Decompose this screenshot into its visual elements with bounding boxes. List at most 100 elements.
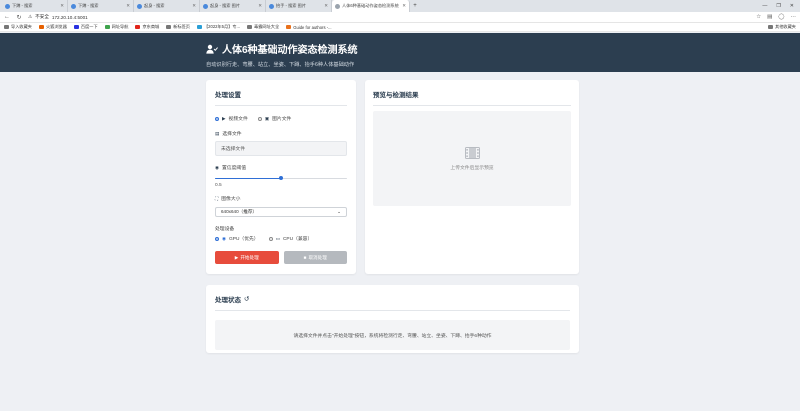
- close-tab-icon[interactable]: ✕: [60, 3, 64, 9]
- preview-placeholder: 上传文件后显示预览: [450, 165, 494, 171]
- page-title: 人体6种基础动作姿态检测系统: [206, 41, 800, 56]
- browser-toolbar-right: ☆ ▤ ◯ ⋯: [756, 14, 796, 20]
- bookmark-item[interactable]: 导入收藏夹: [4, 24, 32, 30]
- close-tab-icon[interactable]: ✕: [126, 3, 130, 9]
- threshold-slider[interactable]: [215, 176, 347, 180]
- back-arrow-icon[interactable]: ←: [4, 14, 10, 20]
- image-size-value: 640x640（推荐）: [221, 209, 258, 214]
- image-size-select[interactable]: 640x640（推荐） ⌄: [215, 207, 347, 217]
- close-tab-icon[interactable]: ✕: [258, 3, 262, 9]
- device-cpu-label: CPU（兼容）: [282, 237, 313, 242]
- settings-title: 处理设置: [215, 89, 347, 106]
- chevron-down-icon: ⌄: [337, 209, 341, 214]
- browser-tab-active[interactable]: 人体6种基础动作姿态检测系统 ✕: [332, 0, 410, 12]
- browser-tab[interactable]: 下蹲 - 搜索 ✕: [68, 0, 134, 12]
- maximize-button[interactable]: ❐: [776, 3, 780, 9]
- tab-title: 抬手 - 搜索 图片: [276, 3, 307, 8]
- video-icon: ▶: [222, 115, 226, 121]
- close-window-button[interactable]: ✕: [790, 3, 794, 9]
- minimize-button[interactable]: —: [762, 3, 767, 9]
- image-size-label: 图像大小: [221, 197, 241, 202]
- collections-icon[interactable]: ▤: [767, 14, 772, 20]
- tab-favicon-icon: [137, 3, 142, 9]
- stop-button[interactable]: ■ 取消处理: [283, 251, 347, 264]
- bookmark-label: 其他收藏夹: [775, 24, 796, 29]
- bookmark-label: 新标签页: [173, 24, 190, 29]
- preview-card: 预览与检测结果 上传文件后显示预览: [365, 80, 579, 274]
- stop-button-label: 取消处理: [308, 254, 327, 260]
- other-bookmarks[interactable]: 其他收藏夹: [768, 24, 796, 30]
- firefox-icon: [38, 25, 44, 29]
- browser-tab-bar: 下蹲 - 搜索 ✕ 下蹲 - 搜索 ✕ 起身 - 搜索 ✕ 起身 - 搜索 图片 ✕ 抬…: [0, 0, 800, 12]
- mode-video-radio[interactable]: [215, 116, 219, 121]
- bookmark-item[interactable]: 新标签页: [166, 24, 190, 30]
- bookmark-item[interactable]: 百度一下: [73, 24, 98, 30]
- settings-card: 处理设置 ▶ 视频文件 ▣ 图片文件 ▤ 选择文件 未选择文件 ◉ 置信度阈值 …: [206, 80, 356, 274]
- browser-tab[interactable]: 抬手 - 搜索 图片 ✕: [266, 0, 332, 12]
- bookmark-label: 【2022年5月】专...: [203, 24, 241, 29]
- window-controls: — ❐ ✕: [762, 0, 800, 12]
- device-radio-group: ◉ GPU（优先） ▭ CPU（兼容）: [215, 235, 347, 242]
- bookmark-label: Guide for authors -...: [293, 24, 332, 30]
- preview-area: 上传文件后显示预览: [373, 111, 571, 206]
- security-label: 不安全: [35, 14, 49, 19]
- bookmark-item[interactable]: 京东商城: [135, 24, 159, 30]
- new-tab-page-icon: [166, 25, 172, 29]
- check-circle-icon: ◉: [215, 164, 220, 170]
- device-label: 处理设备: [215, 227, 235, 232]
- bookmark-item[interactable]: 毒霸网址大全: [247, 24, 279, 30]
- gpu-icon: ◉: [222, 235, 227, 241]
- start-button-label: 开始处理: [240, 254, 259, 260]
- bookmark-item[interactable]: 【2022年5月】专...: [196, 24, 241, 30]
- nav-site-icon: [104, 25, 110, 29]
- bookmarks-bar: 导入收藏夹 火狐浏览器 百度一下 网址导航 京东商城 新标签页 【2022年5月…: [0, 23, 800, 32]
- mode-image-label: 图片文件: [272, 117, 292, 122]
- tab-favicon-icon: [203, 3, 208, 9]
- file-icon: ▤: [215, 130, 220, 136]
- bookmark-label: 京东商城: [142, 24, 160, 29]
- url-field[interactable]: ⚠ 不安全 172.20.10.4:5001: [28, 14, 88, 20]
- close-tab-icon[interactable]: ✕: [324, 3, 328, 9]
- bookmark-label: 火狐浏览器: [45, 24, 67, 29]
- threshold-label: 置信度阈值: [222, 166, 247, 171]
- browser-tab[interactable]: 下蹲 - 搜索 ✕: [2, 0, 68, 12]
- page-subtitle: 自动识别行走、弯腰、站立、坐姿、下蹲、抬手6种人体基础动作: [206, 62, 355, 68]
- calendar-icon: [196, 25, 202, 29]
- slider-thumb[interactable]: [279, 176, 283, 180]
- bookmark-label: 毒霸网址大全: [254, 24, 280, 29]
- user-check-icon: [206, 44, 218, 54]
- preview-title: 预览与检测结果: [373, 89, 571, 106]
- bookmark-label: 网址导航: [111, 24, 129, 29]
- threshold-value: 0.5: [215, 183, 222, 188]
- file-input[interactable]: 未选择文件: [215, 141, 347, 156]
- refresh-icon[interactable]: ↻: [16, 14, 22, 21]
- favorite-star-icon[interactable]: ☆: [756, 14, 761, 20]
- bookmark-item[interactable]: 网址导航: [104, 24, 129, 30]
- close-tab-icon[interactable]: ✕: [192, 3, 196, 9]
- profile-icon[interactable]: ◯: [778, 14, 784, 20]
- device-cpu-radio[interactable]: [268, 236, 273, 241]
- start-button[interactable]: ▶ 开始处理: [215, 251, 279, 264]
- device-gpu-radio[interactable]: [215, 236, 219, 241]
- expand-icon: ⛶: [215, 196, 219, 201]
- mode-image-radio[interactable]: [257, 116, 262, 121]
- new-tab-button[interactable]: +: [410, 0, 420, 12]
- image-size-label-row: ⛶ 图像大小: [215, 195, 347, 202]
- duba-icon: [247, 25, 253, 29]
- tab-title: 下蹲 - 搜索: [12, 3, 33, 8]
- mode-video-label: 视频文件: [228, 117, 248, 122]
- status-title: 处理状态: [215, 297, 241, 304]
- bookmark-item[interactable]: 火狐浏览器: [38, 24, 67, 30]
- play-icon: ▶: [234, 254, 239, 260]
- browser-tab[interactable]: 起身 - 搜索 图片 ✕: [200, 0, 266, 12]
- browser-tab[interactable]: 起身 - 搜索 ✕: [134, 0, 200, 12]
- bookmark-item[interactable]: Guide for authors -...: [286, 24, 332, 30]
- status-message: 请选择文件并点击"开始处理"按钮，系统将检测行走、弯腰、站立、坐姿、下蹲、抬手6…: [215, 320, 570, 350]
- tab-favicon-icon: [71, 3, 76, 9]
- app-header: 人体6种基础动作姿态检测系统 自动识别行走、弯腰、站立、坐姿、下蹲、抬手6种人体…: [0, 33, 800, 72]
- address-bar: ← ↻ ⚠ 不安全 172.20.10.4:5001 ☆ ▤ ◯ ⋯: [0, 12, 800, 23]
- more-menu-icon[interactable]: ⋯: [791, 14, 797, 20]
- page-title-text: 人体6种基础动作姿态检测系统: [222, 45, 358, 56]
- close-tab-icon[interactable]: ✕: [402, 3, 406, 9]
- tab-title: 下蹲 - 搜索: [78, 3, 99, 8]
